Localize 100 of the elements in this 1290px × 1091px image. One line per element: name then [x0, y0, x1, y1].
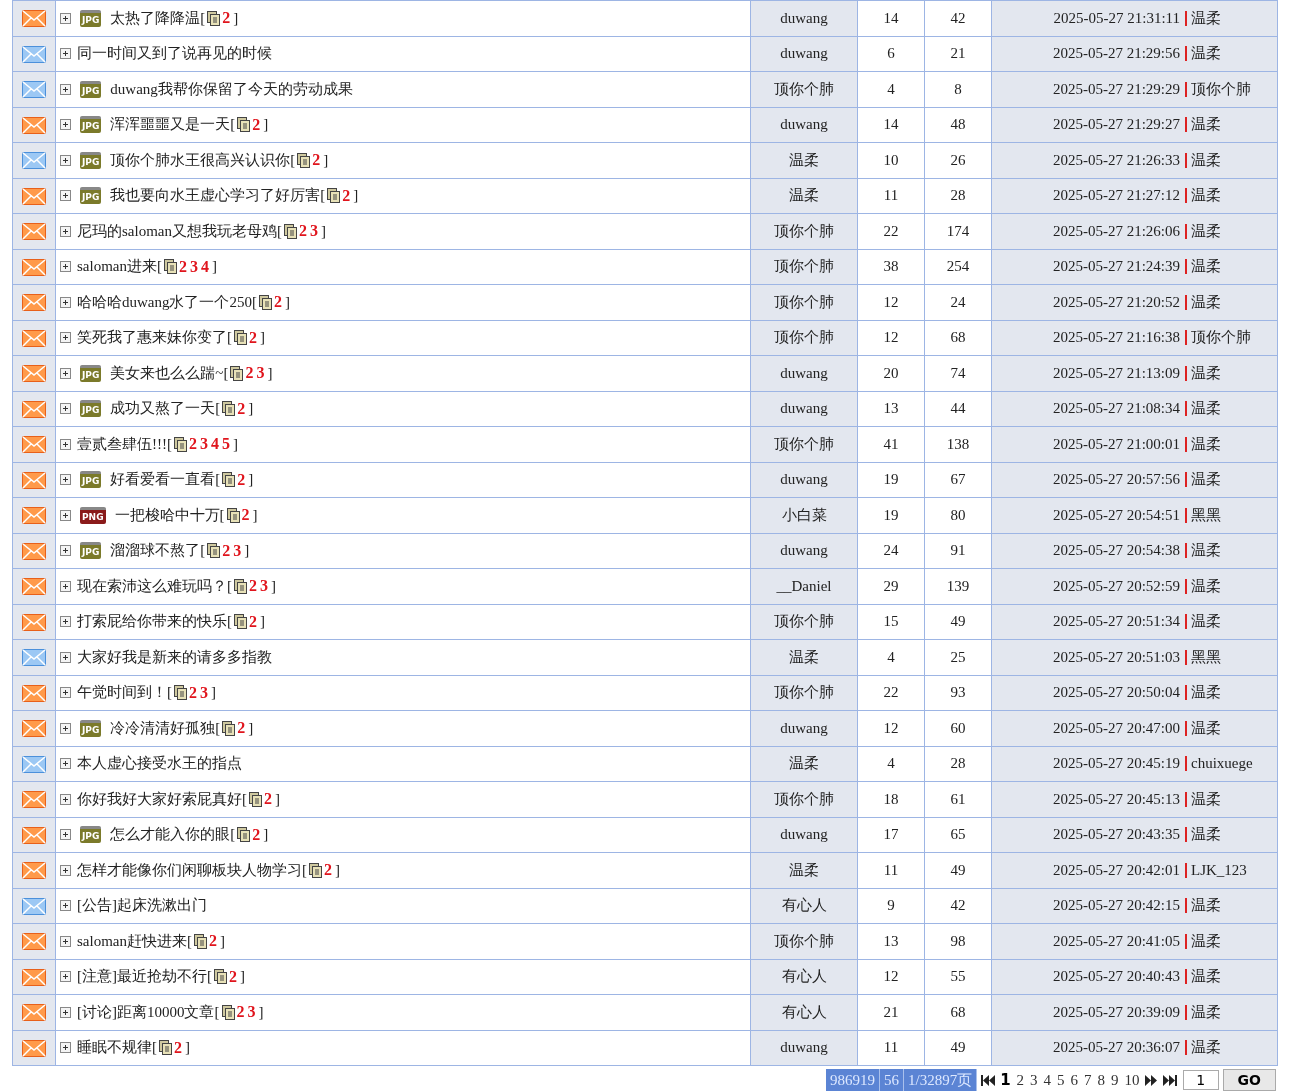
expand-icon[interactable] — [60, 367, 71, 379]
author-link[interactable]: 温柔 — [789, 755, 819, 772]
page-link[interactable]: 2 — [249, 328, 257, 347]
last-poster-link[interactable]: 温柔 — [1185, 401, 1221, 417]
topic-link[interactable]: 冷冷清清好孤独 — [110, 718, 216, 738]
page-link[interactable]: 2 — [222, 541, 231, 560]
topic-link[interactable]: saloman赶快进来 — [77, 931, 187, 951]
page-link[interactable]: 2 — [236, 1003, 245, 1022]
last-poster-link[interactable]: 温柔 — [1185, 827, 1221, 843]
topic-link[interactable]: 浑浑噩噩又是一天 — [110, 115, 231, 135]
expand-icon[interactable] — [60, 864, 71, 876]
page-number[interactable]: 2 — [1013, 1071, 1028, 1089]
last-poster-link[interactable]: 温柔 — [1185, 188, 1221, 204]
expand-icon[interactable] — [60, 793, 71, 805]
expand-icon[interactable] — [60, 722, 71, 734]
topic-link[interactable]: 午觉时间到！ — [77, 683, 167, 703]
page-link[interactable]: 2 — [312, 151, 321, 170]
page-link[interactable]: 2 — [264, 790, 272, 809]
last-poster-link[interactable]: 顶你个肺 — [1185, 81, 1251, 97]
page-number[interactable]: 4 — [1040, 1071, 1055, 1089]
last-poster-link[interactable]: 温柔 — [1185, 1004, 1221, 1020]
topic-link[interactable]: 大家好我是新来的请多多指教 — [77, 647, 272, 667]
last-poster-link[interactable]: 温柔 — [1185, 578, 1221, 594]
author-link[interactable]: 温柔 — [789, 151, 819, 168]
last-poster-link[interactable]: 温柔 — [1185, 898, 1221, 914]
topic-link[interactable]: 现在索沛这么难玩吗？ — [77, 576, 227, 596]
page-link[interactable]: 3 — [190, 257, 198, 276]
expand-icon[interactable] — [60, 1006, 71, 1018]
expand-icon[interactable] — [60, 154, 71, 166]
page-link[interactable]: 4 — [211, 435, 219, 454]
expand-icon[interactable] — [60, 616, 71, 628]
expand-icon[interactable] — [60, 332, 71, 344]
expand-icon[interactable] — [60, 474, 71, 486]
page-link[interactable]: 3 — [200, 435, 208, 454]
topic-link[interactable]: 睡眠不规律 — [77, 1038, 152, 1058]
page-link[interactable]: 3 — [310, 222, 318, 241]
page-link[interactable]: 2 — [179, 257, 187, 276]
last-poster-link[interactable]: 温柔 — [1185, 152, 1221, 168]
last-poster-link[interactable]: 黑黑 — [1185, 507, 1221, 523]
topic-link[interactable]: 一把梭哈中十万 — [114, 505, 220, 525]
expand-icon[interactable] — [60, 509, 71, 521]
page-number[interactable]: 8 — [1094, 1071, 1109, 1089]
expand-icon[interactable] — [60, 935, 71, 947]
next-page-icon[interactable] — [1144, 1074, 1159, 1086]
last-poster-link[interactable]: 温柔 — [1185, 791, 1221, 807]
page-link[interactable]: 2 — [174, 1038, 182, 1057]
page-link[interactable]: 2 — [237, 470, 246, 489]
last-poster-link[interactable]: 温柔 — [1185, 1040, 1221, 1056]
expand-icon[interactable] — [60, 403, 71, 415]
expand-icon[interactable] — [60, 83, 71, 95]
last-poster-link[interactable]: 温柔 — [1185, 223, 1221, 239]
author-link[interactable]: 温柔 — [789, 187, 819, 204]
page-link[interactable]: 2 — [342, 186, 351, 205]
topic-link[interactable]: 美女来也么么踹~ — [110, 363, 224, 383]
page-link[interactable]: 3 — [256, 364, 265, 383]
page-link[interactable]: 2 — [222, 9, 231, 28]
topic-link[interactable]: [公告]起床洗漱出门 — [77, 896, 207, 916]
page-link[interactable]: 2 — [252, 115, 261, 134]
page-link[interactable]: 3 — [200, 683, 208, 702]
last-poster-link[interactable]: 黑黑 — [1185, 649, 1221, 665]
last-poster-link[interactable]: 温柔 — [1185, 117, 1221, 133]
last-poster-link[interactable]: 温柔 — [1185, 543, 1221, 559]
last-page-icon[interactable] — [1162, 1074, 1177, 1086]
page-link[interactable]: 2 — [324, 861, 332, 880]
last-poster-link[interactable]: 温柔 — [1185, 969, 1221, 985]
topic-link[interactable]: 你好我好大家好索屁真好 — [77, 789, 242, 809]
page-link[interactable]: 2 — [209, 932, 217, 951]
page-link[interactable]: 2 — [274, 293, 282, 312]
last-poster-link[interactable]: 温柔 — [1185, 294, 1221, 310]
topic-link[interactable]: 好看爱看一直看 — [110, 470, 216, 490]
topic-link[interactable]: [注意]最近抢劫不行 — [77, 967, 207, 987]
page-input[interactable]: 1 — [1182, 1070, 1219, 1090]
last-poster-link[interactable]: 温柔 — [1185, 436, 1221, 452]
topic-link[interactable]: saloman进来 — [77, 257, 157, 277]
topic-link[interactable]: 顶你个肺水王很高兴认识你 — [110, 150, 291, 170]
page-link[interactable]: 2 — [252, 825, 261, 844]
last-poster-link[interactable]: 温柔 — [1185, 365, 1221, 381]
author-link[interactable]: 温柔 — [789, 861, 819, 878]
topic-link[interactable]: 本人虚心接受水王的指点 — [77, 754, 242, 774]
page-number[interactable]: 5 — [1054, 1071, 1068, 1089]
expand-icon[interactable] — [60, 296, 71, 308]
page-link[interactable]: 2 — [189, 435, 197, 454]
expand-icon[interactable] — [60, 829, 71, 841]
expand-icon[interactable] — [60, 971, 71, 983]
topic-link[interactable]: 怎么才能入你的眼 — [110, 825, 231, 845]
page-number[interactable]: 1 — [997, 1071, 1014, 1089]
expand-icon[interactable] — [60, 190, 71, 202]
topic-link[interactable]: duwang我帮你保留了今天的劳动成果 — [110, 79, 353, 99]
topic-link[interactable]: 成功又熬了一天 — [110, 399, 216, 419]
topic-link[interactable]: 尼玛的saloman又想我玩老母鸡 — [77, 221, 277, 241]
page-link[interactable]: 2 — [229, 967, 237, 986]
expand-icon[interactable] — [60, 12, 71, 24]
topic-link[interactable]: 我也要向水王虚心学习了好厉害 — [110, 186, 321, 206]
page-link[interactable]: 2 — [299, 222, 307, 241]
expand-icon[interactable] — [60, 545, 71, 557]
expand-icon[interactable] — [60, 48, 71, 60]
page-link[interactable]: 2 — [237, 719, 246, 738]
last-poster-link[interactable]: 温柔 — [1185, 259, 1221, 275]
topic-link[interactable]: 笑死我了惠来妹你变了 — [77, 328, 227, 348]
last-poster-link[interactable]: 温柔 — [1185, 46, 1221, 62]
